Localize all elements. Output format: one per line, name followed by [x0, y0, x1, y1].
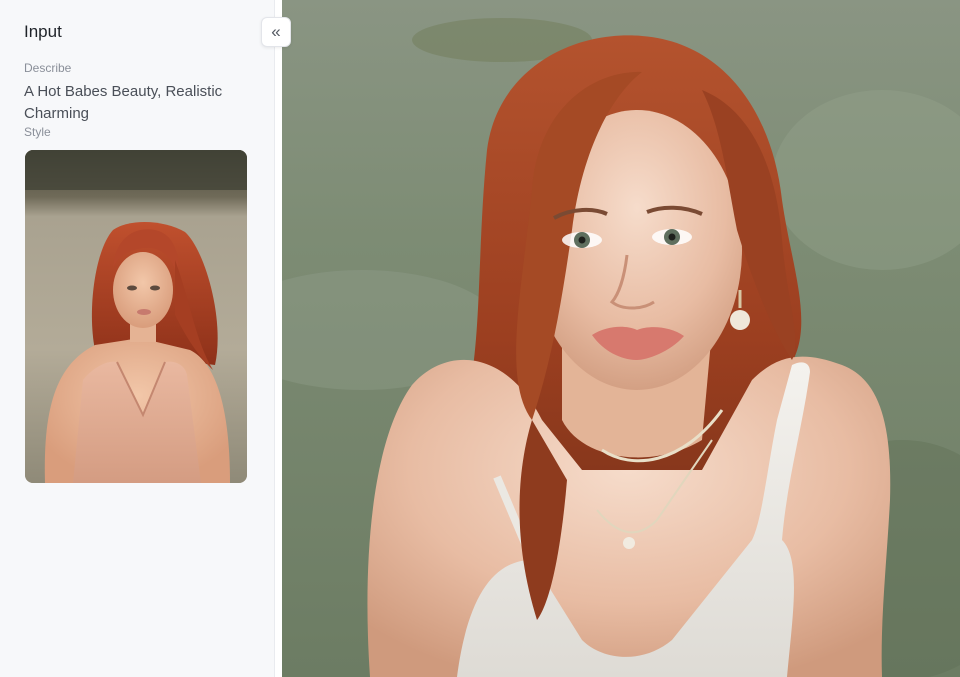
collapse-sidebar-button[interactable]: «: [261, 17, 291, 47]
sidebar-title: Input: [24, 22, 62, 41]
style-thumbnail-image[interactable]: [25, 150, 247, 483]
style-label: Style: [24, 125, 51, 139]
double-chevron-left-icon: «: [271, 21, 281, 41]
describe-label: Describe: [24, 61, 72, 75]
style-thumbnail-illustration: [25, 150, 247, 483]
generated-result-image[interactable]: [282, 0, 960, 677]
app-root: Input Describe A Hot Babes Beauty, Reali…: [0, 0, 960, 677]
result-illustration: [282, 0, 960, 677]
input-sidebar: Input Describe A Hot Babes Beauty, Reali…: [0, 0, 275, 677]
describe-text: A Hot Babes Beauty, Realistic Charming: [24, 83, 223, 122]
